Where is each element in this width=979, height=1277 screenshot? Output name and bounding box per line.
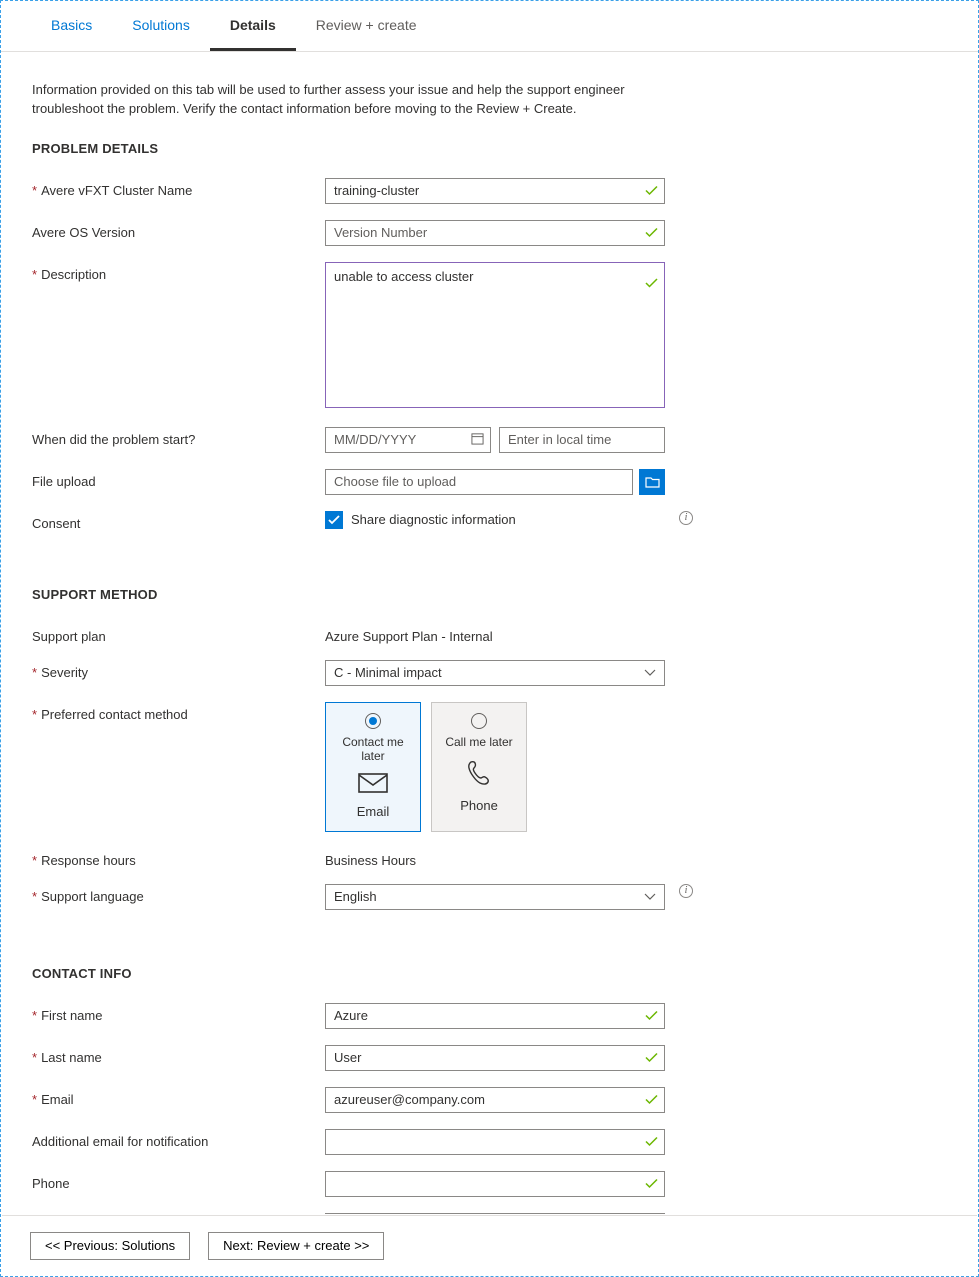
- consent-checkbox[interactable]: [325, 511, 343, 529]
- required-marker: *: [32, 1008, 37, 1023]
- label-contact-method: Preferred contact method: [41, 707, 188, 722]
- severity-value: C - Minimal impact: [334, 665, 442, 680]
- description-textarea[interactable]: unable to access cluster: [325, 262, 665, 408]
- support-language-select[interactable]: English: [325, 884, 665, 910]
- tab-details[interactable]: Details: [210, 1, 296, 51]
- info-icon[interactable]: i: [679, 511, 693, 525]
- contact-method-phone-card[interactable]: Call me later Phone: [431, 702, 527, 832]
- additional-email-input[interactable]: [325, 1129, 665, 1155]
- label-when: When did the problem start?: [32, 432, 195, 447]
- required-marker: *: [32, 183, 37, 198]
- card-email-top: Contact me later: [330, 735, 416, 763]
- label-first-name: First name: [41, 1008, 102, 1023]
- intro-text: Information provided on this tab will be…: [32, 81, 672, 119]
- cluster-name-input[interactable]: [325, 178, 665, 204]
- label-response-hours: Response hours: [41, 853, 136, 868]
- file-browse-button[interactable]: [639, 469, 665, 495]
- section-problem-details: PROBLEM DETAILS: [32, 141, 947, 156]
- required-marker: *: [32, 665, 37, 680]
- label-additional-email: Additional email for notification: [32, 1134, 208, 1149]
- wizard-footer: << Previous: Solutions Next: Review + cr…: [2, 1215, 977, 1275]
- section-contact-info: CONTACT INFO: [32, 966, 947, 981]
- consent-label: Share diagnostic information: [351, 512, 516, 527]
- label-phone: Phone: [32, 1176, 70, 1191]
- previous-button[interactable]: << Previous: Solutions: [30, 1232, 190, 1260]
- next-button[interactable]: Next: Review + create >>: [208, 1232, 384, 1260]
- contact-method-email-card[interactable]: Contact me later Email: [325, 702, 421, 832]
- country-select[interactable]: United States: [325, 1213, 665, 1214]
- tab-bar: Basics Solutions Details Review + create: [1, 1, 978, 52]
- card-phone-bottom: Phone: [460, 798, 498, 813]
- chevron-down-icon: [644, 665, 656, 680]
- required-marker: *: [32, 707, 37, 722]
- details-form-scroll[interactable]: Information provided on this tab will be…: [2, 53, 977, 1214]
- card-email-bottom: Email: [357, 804, 390, 819]
- card-phone-top: Call me later: [445, 735, 512, 749]
- label-consent: Consent: [32, 516, 80, 531]
- label-support-language: Support language: [41, 889, 144, 904]
- tab-solutions[interactable]: Solutions: [112, 1, 210, 51]
- severity-select[interactable]: C - Minimal impact: [325, 660, 665, 686]
- section-support-method: SUPPORT METHOD: [32, 587, 947, 602]
- radio-email: [365, 713, 381, 729]
- phone-icon: [465, 759, 493, 790]
- phone-input[interactable]: [325, 1171, 665, 1197]
- label-last-name: Last name: [41, 1050, 102, 1065]
- label-support-plan: Support plan: [32, 629, 106, 644]
- os-version-input[interactable]: [325, 220, 665, 246]
- label-severity: Severity: [41, 665, 88, 680]
- calendar-icon: [471, 432, 484, 448]
- label-file-upload: File upload: [32, 474, 96, 489]
- problem-date-input[interactable]: [325, 427, 491, 453]
- support-language-value: English: [334, 889, 377, 904]
- info-icon[interactable]: i: [679, 884, 693, 898]
- first-name-input[interactable]: [325, 1003, 665, 1029]
- email-input[interactable]: [325, 1087, 665, 1113]
- support-plan-value: Azure Support Plan - Internal: [325, 624, 665, 644]
- required-marker: *: [32, 267, 37, 282]
- required-marker: *: [32, 1050, 37, 1065]
- label-email: Email: [41, 1092, 74, 1107]
- problem-time-input[interactable]: [499, 427, 665, 453]
- chevron-down-icon: [644, 889, 656, 904]
- required-marker: *: [32, 853, 37, 868]
- last-name-input[interactable]: [325, 1045, 665, 1071]
- tab-review[interactable]: Review + create: [296, 1, 437, 51]
- label-description: Description: [41, 267, 106, 282]
- file-upload-field[interactable]: Choose file to upload: [325, 469, 633, 495]
- mail-icon: [358, 773, 388, 796]
- required-marker: *: [32, 889, 37, 904]
- response-hours-value: Business Hours: [325, 848, 665, 868]
- folder-icon: [645, 476, 660, 488]
- tab-basics[interactable]: Basics: [31, 1, 112, 51]
- label-os-version: Avere OS Version: [32, 225, 135, 240]
- radio-phone: [471, 713, 487, 729]
- required-marker: *: [32, 1092, 37, 1107]
- label-cluster-name: Avere vFXT Cluster Name: [41, 183, 192, 198]
